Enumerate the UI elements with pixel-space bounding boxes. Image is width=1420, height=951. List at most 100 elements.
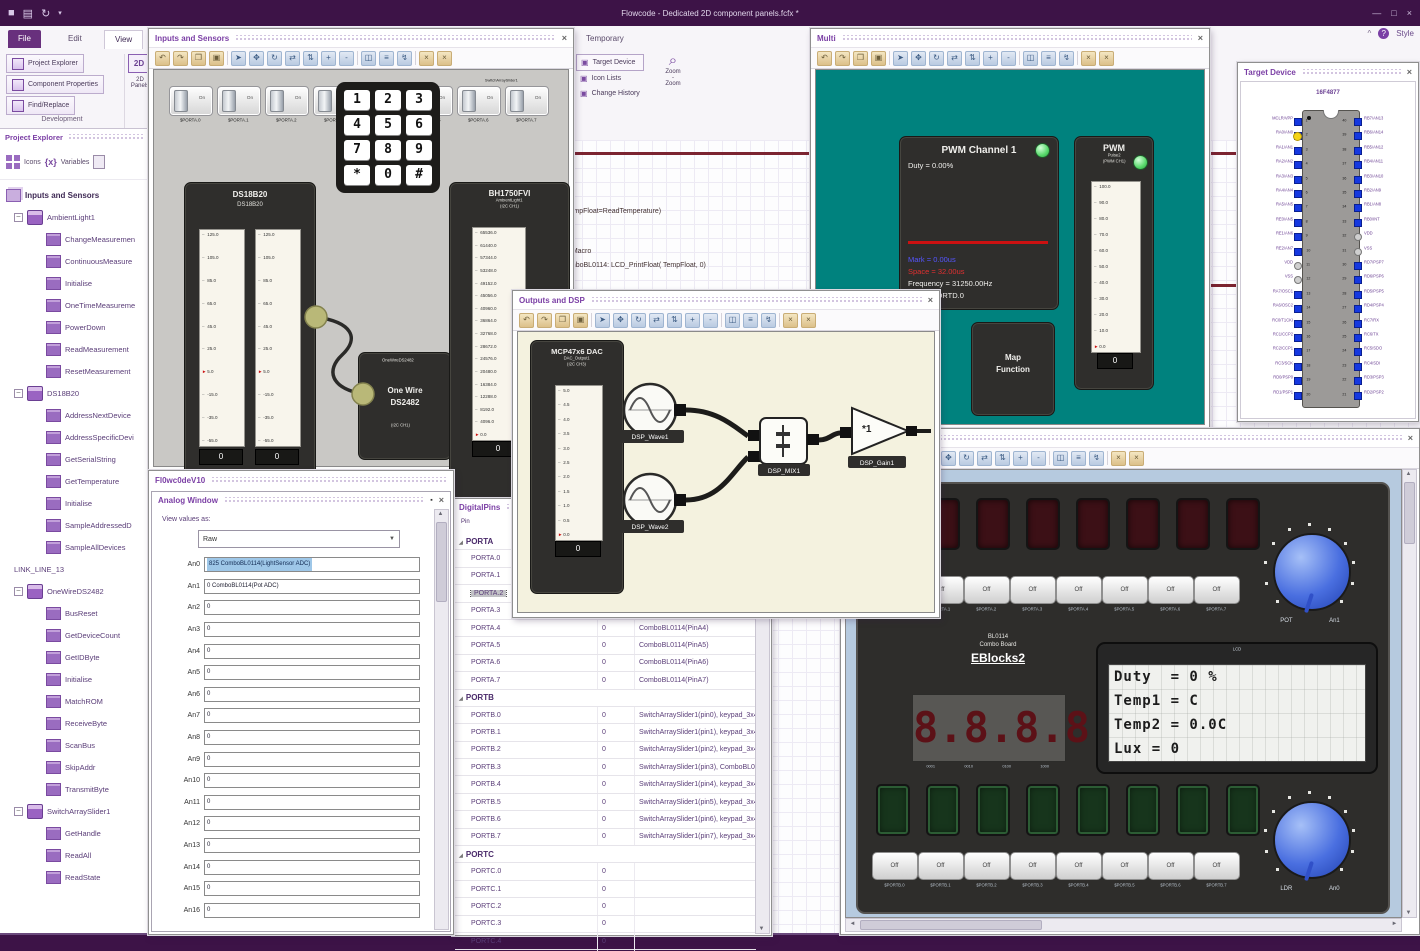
pwm-channel-component[interactable]: PWM Channel 1 Duty = 0.00% Mark = 0.00us… [899,136,1059,310]
tree-item-readstate[interactable]: ReadState [0,866,148,888]
pin-connector[interactable] [1354,362,1362,371]
board-button-porta2[interactable]: Off $PORTA.2 [963,576,1010,613]
rotate-icon[interactable]: ↻ [267,50,282,66]
close-icon[interactable]: × [928,295,933,305]
component-icon[interactable]: ◫ [725,312,740,328]
off-button[interactable]: Off [1055,852,1102,880]
channel-value-field[interactable]: 0 [204,622,420,638]
switch-porta6[interactable]: On $PORTA.6 [456,86,501,124]
pin-connector[interactable] [1294,161,1302,170]
wire-icon[interactable]: ↯ [397,50,412,66]
pin-connector[interactable] [1354,276,1362,285]
flip-vertical-icon[interactable]: ⇅ [995,450,1010,466]
delete-icon[interactable]: × [1111,450,1126,466]
board-button-porta5[interactable]: Off $PORTA.5 [1101,576,1148,613]
pin-row-portc.1[interactable]: PORTC.1 0 [455,880,756,899]
slide-switch[interactable]: On [456,86,501,116]
properties-icon[interactable]: ≡ [1071,450,1086,466]
flip-horizontal-icon[interactable]: ⇄ [947,50,962,66]
properties-icon[interactable]: ≡ [743,312,758,328]
redo-icon[interactable]: ↷ [173,50,188,66]
pin-row-portc.4[interactable]: PORTC.4 0 [455,932,756,951]
board-button-portb1[interactable]: Off $PORTB.1 [917,852,964,889]
switch-porta7[interactable]: On $PORTA.7 [504,86,549,124]
tree-item-ambientlight1[interactable]: – AmbientLight1 [0,206,148,228]
variables-icon[interactable]: {x} [45,157,57,167]
wire-icon[interactable]: ↯ [1089,450,1104,466]
board-button-portb7[interactable]: Off $PORTB.7 [1193,852,1240,889]
vertical-scrollbar[interactable]: ▲ ▼ [1402,469,1417,918]
channel-value-field[interactable]: 0 [204,794,420,810]
tree-expander-icon[interactable]: – [14,212,23,222]
pin-connector[interactable] [1354,391,1362,400]
zoom-in-icon[interactable]: + [983,50,998,66]
channel-value-field[interactable]: 0 [204,730,420,746]
pin-connector[interactable] [1354,348,1362,357]
tree-item-getidbyte[interactable]: GetIDByte [0,646,148,668]
tree-item-skipaddr[interactable]: SkipAddr [0,756,148,778]
app-titlebar[interactable]: ■ ▤ ↻ ▾ Flowcode - Dedicated 2D componen… [0,0,1420,26]
tree-item-addressnextdevice[interactable]: AddressNextDevice [0,404,148,426]
zoom-in-icon[interactable]: + [1013,450,1028,466]
keypad-key-*[interactable]: * [344,165,370,185]
switch-knob[interactable] [269,90,284,112]
tree-item-samplealldevices[interactable]: SampleAllDevices [0,536,148,558]
pin-connector[interactable] [1354,377,1362,386]
board-button-porta7[interactable]: Off $PORTA.7 [1193,576,1240,613]
ribbon-collapse-icon[interactable]: ^ [1367,29,1371,38]
group-expand-icon[interactable]: ◢ [459,853,463,859]
pin-row-portc.3[interactable]: PORTC.3 0 [455,915,756,933]
wire-icon[interactable]: ↯ [761,312,776,328]
zoom-icon[interactable]: ⌕ [656,52,690,69]
switch-knob[interactable] [317,90,332,112]
scroll-right-icon[interactable]: ► [1389,921,1400,927]
rotate-icon[interactable]: ↻ [631,312,646,328]
pin-row-portb.6[interactable]: PORTB.6 0 SwitchArraySlider1(pin6), keypad… [455,811,756,829]
pin-row-portc.0[interactable]: PORTC.0 0 [455,863,756,881]
tree-item-scanbus[interactable]: ScanBus [0,734,148,756]
move-icon[interactable]: ✥ [613,312,628,328]
tree-item-onewireds2482[interactable]: – OneWireDS2482 [0,580,148,602]
pin-connector[interactable] [1294,247,1302,256]
pin-connector[interactable] [1354,146,1362,155]
pin-connector[interactable] [1354,218,1362,227]
tree-item-initialise[interactable]: Initialise [0,272,148,294]
pin-connector[interactable] [1294,218,1302,227]
style-menu[interactable]: Style [1396,29,1414,38]
flip-horizontal-icon[interactable]: ⇄ [285,50,300,66]
pin-row-portb[interactable]: ◢ PORTB [455,690,756,707]
project-explorer-button[interactable]: Project Explorer [6,54,84,73]
clear-icon[interactable]: × [1099,50,1114,66]
off-button[interactable]: Off [1193,576,1240,604]
channel-value-field[interactable]: 0 [204,859,420,875]
board-button-portb2[interactable]: Off $PORTB.2 [963,852,1010,889]
component-icon[interactable]: ◫ [361,50,376,66]
keypad-key-6[interactable]: 6 [406,115,432,135]
pin-connector[interactable] [1354,305,1362,314]
tab-temporary[interactable]: Temporary [576,30,634,48]
channel-value-field[interactable]: 0 [204,773,420,789]
map-function-component[interactable]: Map Function [971,322,1055,416]
component-icon[interactable]: ◫ [1023,50,1038,66]
close-button[interactable]: × [1407,8,1412,18]
switch-knob[interactable] [461,90,476,112]
keypad-key-5[interactable]: 5 [375,115,401,135]
rotate-icon[interactable]: ↻ [929,50,944,66]
keypad-key-3[interactable]: 3 [406,90,432,110]
toggle-icon-lists[interactable]: ▣ Icon Lists [576,71,644,86]
pin-row-portb.0[interactable]: PORTB.0 0 SwitchArraySlider1(pin0), keypad… [455,706,756,725]
board-button-portb6[interactable]: Off $PORTB.6 [1147,852,1194,889]
keypad-key-#[interactable]: # [406,165,432,185]
pin-connector[interactable] [1294,305,1302,314]
pin-connector[interactable] [1294,348,1302,357]
off-button[interactable]: Off [1009,852,1056,880]
window-titlebar[interactable]: Multi × [811,29,1209,47]
copy-icon[interactable]: ❐ [191,50,206,66]
zoom-in-icon[interactable]: + [321,50,336,66]
pin-connector[interactable] [1294,118,1302,126]
group-expand-icon[interactable]: ◢ [459,696,463,702]
scroll-thumb[interactable] [436,522,447,602]
undo-icon[interactable]: ↶ [817,50,832,66]
component-icon[interactable]: ◫ [1053,450,1068,466]
clear-icon[interactable]: × [437,50,452,66]
